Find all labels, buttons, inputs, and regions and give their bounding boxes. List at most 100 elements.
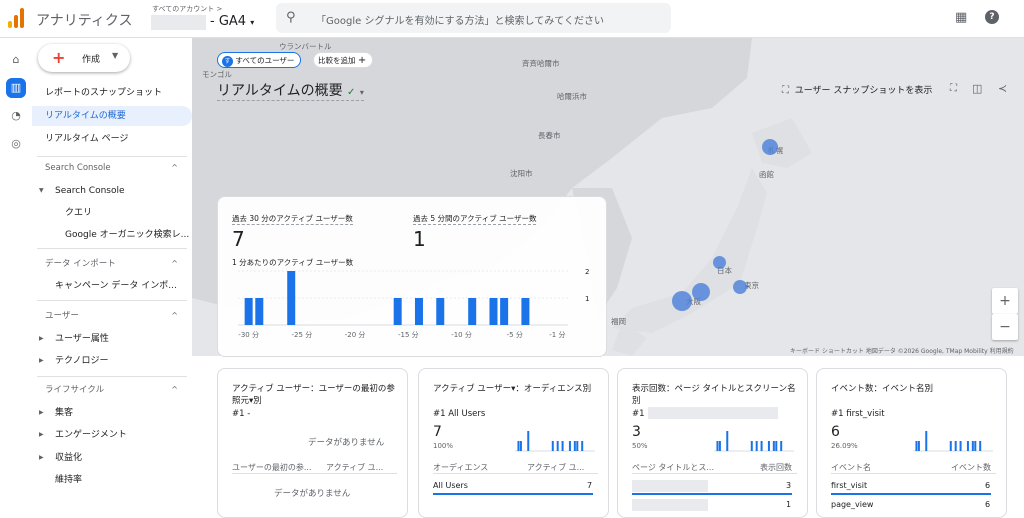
map-bubble-niigata[interactable]	[713, 256, 726, 269]
nav-acquisition[interactable]: ▶ 集客	[32, 403, 192, 423]
view-user-snapshot-button[interactable]: ⛶ ユーザー スナップショットを表示	[782, 83, 932, 96]
chevron-down-icon[interactable]: ▾	[360, 88, 364, 97]
nav-engagement[interactable]: ▶ エンゲージメント	[32, 425, 192, 445]
chart-bar[interactable]	[489, 298, 498, 325]
active-users-5min-label[interactable]: 過去 5 分間のアクティブ ユーザー数	[413, 213, 537, 225]
chart-bar[interactable]	[521, 298, 530, 325]
chip-label: 比較を追加	[318, 56, 356, 65]
chart-bar[interactable]	[287, 271, 296, 325]
help-icon[interactable]: ?	[985, 10, 999, 24]
divider	[37, 156, 187, 157]
section-user[interactable]: ユーザー ^	[32, 306, 192, 326]
nav-queries[interactable]: クエリ	[32, 203, 192, 223]
map-bubble-nagoya[interactable]	[692, 283, 710, 301]
map-label: 沈阳市	[510, 169, 533, 178]
chevron-up-icon: ^	[171, 385, 178, 394]
card-percent: 100%	[433, 442, 454, 450]
nav-realtime-pages[interactable]: リアルタイム ページ	[32, 129, 192, 149]
per-minute-bar-chart[interactable]: 1 2 -30 分 -25 分 -20 分 -15 分 -10 分 -5 分 -1 分	[228, 269, 598, 349]
section-lifecycle[interactable]: ライフサイクル ^	[32, 380, 192, 400]
sparkline-bar	[915, 441, 918, 451]
map-bubble-sapporo[interactable]	[762, 139, 778, 155]
card-title[interactable]: イベント数：イベント名別	[831, 383, 996, 395]
active-users-30min-label[interactable]: 過去 30 分のアクティブ ユーザー数	[232, 213, 353, 225]
apps-icon[interactable]: ▦	[955, 10, 967, 25]
zoom-out-button[interactable]: −	[992, 314, 1018, 340]
sparkline-bar	[979, 441, 982, 451]
chip-all-users[interactable]: す すべてのユーザー	[217, 52, 302, 68]
section-data-import[interactable]: データ インポート ^	[32, 254, 192, 274]
zoom-in-button[interactable]: +	[992, 288, 1018, 314]
chevron-down-icon: ▾	[250, 18, 255, 27]
sparkline-bar	[971, 441, 974, 451]
divider	[232, 473, 397, 474]
card-rank: #1 All Users	[433, 409, 486, 419]
nav-demographics[interactable]: ▶ ユーザー属性	[32, 329, 192, 349]
reports-icon[interactable]: ▥	[6, 78, 26, 98]
sparkline-bar	[561, 441, 564, 451]
divider	[632, 473, 797, 474]
home-icon[interactable]: ⌂	[6, 50, 26, 70]
compare-icon[interactable]: ◫	[972, 82, 982, 95]
card-title[interactable]: アクティブ ユーザー▾：オーディエンス別	[433, 383, 598, 395]
property-selector[interactable]: - GA4 ▾	[210, 14, 254, 29]
realtime-summary-card: 過去 30 分のアクティブ ユーザー数 7 過去 5 分間のアクティブ ユーザー…	[217, 196, 607, 357]
row-name[interactable]: All Users	[433, 481, 468, 490]
explore-icon[interactable]: ◔	[6, 106, 26, 126]
sparkline-chart	[913, 431, 993, 452]
chart-bar[interactable]	[393, 298, 402, 325]
nav-label: Search Console	[55, 186, 125, 196]
row-name[interactable]: page_view	[831, 500, 873, 509]
chart-bar[interactable]	[255, 298, 264, 325]
map-attribution: キーボード ショートカット 地図データ ©2026 Google, TMap M…	[790, 348, 1014, 355]
advertising-icon[interactable]: ◎	[6, 134, 26, 154]
add-comparison-button[interactable]: 比較を追加 +	[313, 52, 374, 68]
active-users-5min-value: 1	[413, 227, 426, 251]
app-title: アナリティクス	[36, 13, 133, 29]
chart-bar[interactable]	[500, 298, 509, 325]
caret-right-icon: ▶	[39, 357, 44, 364]
chart-bar[interactable]	[468, 298, 477, 325]
divider	[37, 248, 187, 249]
section-search-console[interactable]: Search Console ^	[32, 158, 192, 178]
nav-report-snapshot[interactable]: レポートのスナップショット	[32, 83, 192, 103]
card-percent: 50%	[632, 442, 648, 450]
create-button[interactable]: + 作成 ▼	[38, 44, 130, 72]
card-title[interactable]: アクティブ ユーザー：ユーザーの最初の参照元▾別	[232, 383, 397, 407]
search-bar[interactable]: ⚲ 「Google シグナルを有効にする方法」と検索してみてください	[276, 3, 671, 33]
account-breadcrumb[interactable]: すべてのアカウント >	[152, 4, 222, 14]
sparkline-bar	[755, 441, 758, 451]
sparkline-bar	[949, 441, 952, 451]
map-label: 斉斉哈爾市	[522, 59, 560, 68]
chart-bar[interactable]	[436, 298, 445, 325]
card-title[interactable]: 表示回数：ページ タイトルとスクリーン名別	[632, 383, 797, 407]
nav-monetization[interactable]: ▶ 収益化	[32, 448, 192, 468]
analytics-logo-icon[interactable]	[8, 8, 26, 28]
column-header: オーディエンス	[433, 463, 489, 472]
search-icon: ⚲	[286, 10, 296, 25]
chart-bar[interactable]	[244, 298, 253, 325]
nav-campaign-data-import[interactable]: キャンペーン データ インポ...	[32, 276, 192, 296]
nav-label: テクノロジー	[55, 356, 109, 366]
fullscreen-icon[interactable]: ⛶	[950, 83, 957, 94]
divider	[433, 473, 598, 474]
sparkline-bar	[966, 441, 969, 451]
row-name[interactable]: first_visit	[831, 481, 867, 490]
chart-bar[interactable]	[414, 298, 423, 325]
column-header: イベント名	[831, 463, 871, 472]
redacted-row-name[interactable]	[632, 480, 708, 492]
user-avatar-icon: す	[222, 55, 233, 67]
map-bubble-tokyo[interactable]	[733, 280, 747, 294]
nav-google-organic[interactable]: Google オーガニック検索レ...	[32, 225, 192, 245]
nav-retention[interactable]: 維持率	[32, 470, 192, 490]
map-bubble-osaka[interactable]	[672, 291, 692, 311]
nav-technology[interactable]: ▶ テクノロジー	[32, 351, 192, 371]
share-icon[interactable]: ≺	[998, 82, 1007, 95]
no-data-message: データがありません	[274, 489, 351, 499]
search-input[interactable]: 「Google シグナルを有効にする方法」と検索してみてください	[316, 12, 604, 27]
snapshot-label: ユーザー スナップショットを表示	[794, 86, 933, 96]
nav-realtime-overview[interactable]: リアルタイムの概要	[32, 106, 192, 126]
redacted-row-name[interactable]	[632, 499, 708, 511]
nav-label: 収益化	[55, 453, 83, 463]
nav-search-console[interactable]: ▼ Search Console	[32, 181, 192, 201]
